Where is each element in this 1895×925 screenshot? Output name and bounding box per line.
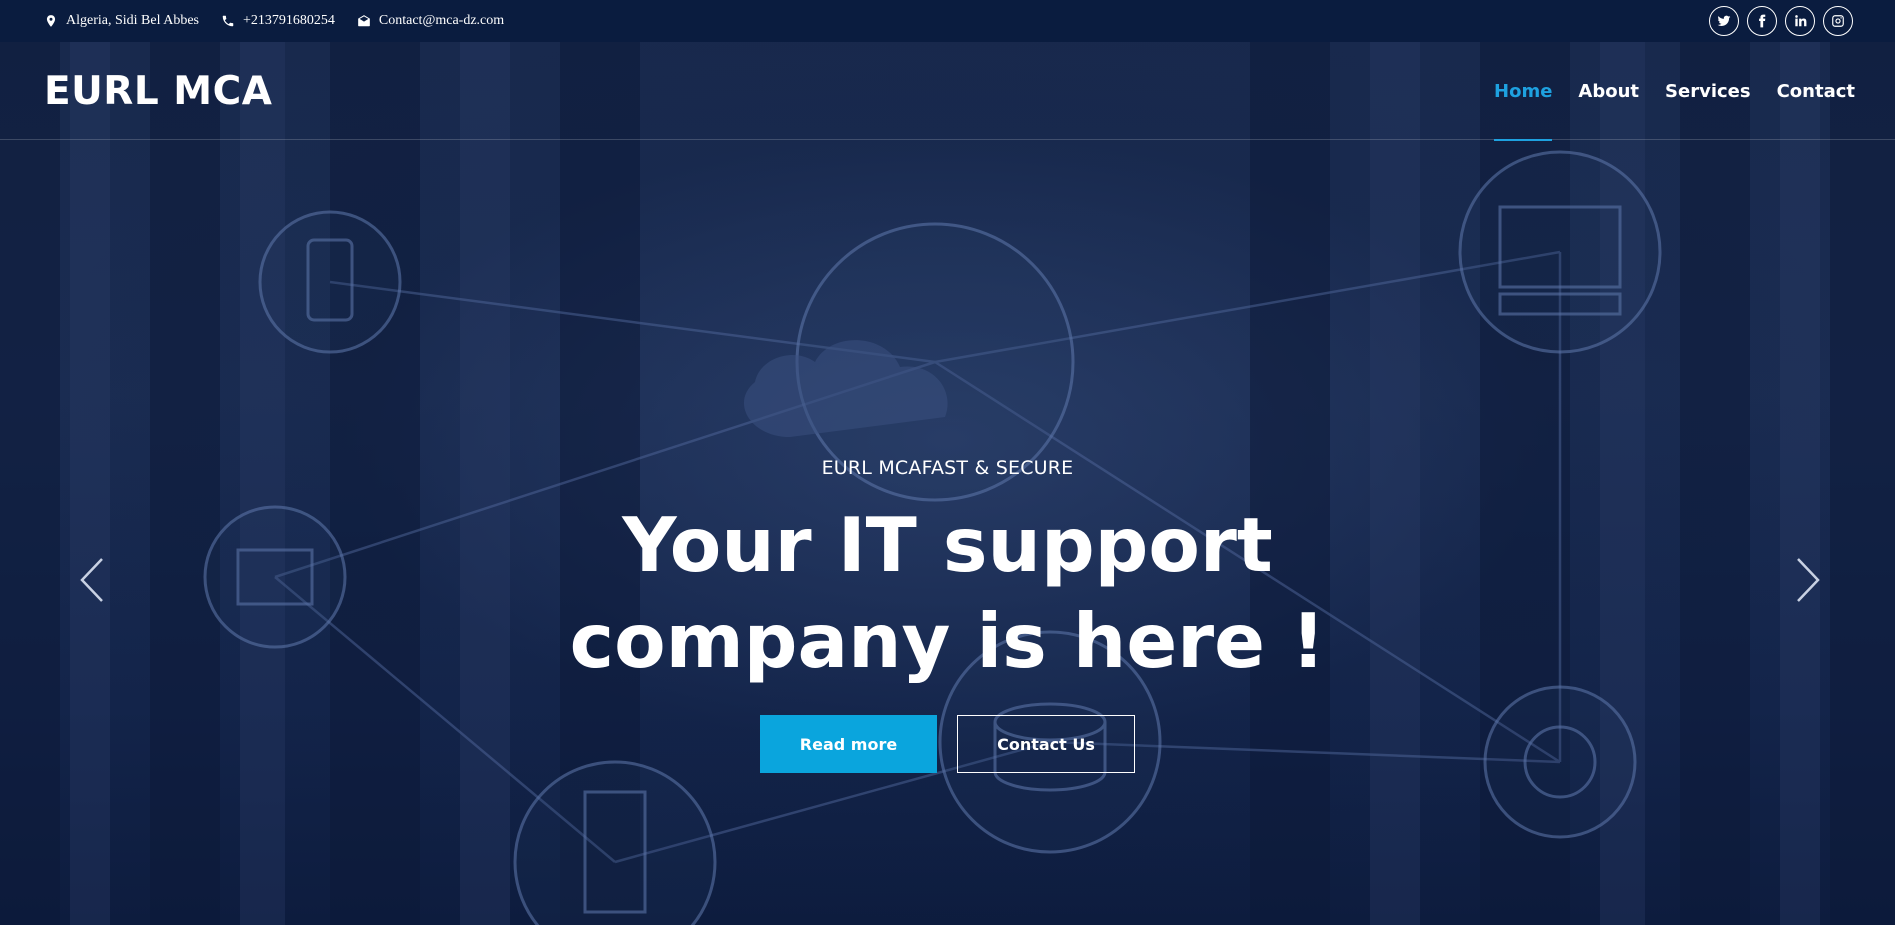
- facebook-link[interactable]: [1747, 6, 1777, 36]
- hero-content: EURL MCAFAST & SECURE Your IT support co…: [0, 457, 1895, 773]
- location-item: Algeria, Sidi Bel Abbes: [44, 13, 199, 29]
- carousel-next-button[interactable]: [1792, 555, 1822, 605]
- linkedin-link[interactable]: [1785, 6, 1815, 36]
- hero-buttons: Read more Contact Us: [0, 715, 1895, 773]
- twitter-link[interactable]: [1709, 6, 1739, 36]
- nav-item-contact[interactable]: Contact: [1777, 42, 1855, 140]
- phone-item[interactable]: +213791680254: [221, 13, 335, 29]
- phone-text[interactable]: +213791680254: [243, 13, 335, 29]
- carousel-prev-button[interactable]: [78, 555, 108, 605]
- hero-eyebrow: EURL MCAFAST & SECURE: [821, 457, 1074, 479]
- top-bar: Algeria, Sidi Bel Abbes +213791680254 Co…: [0, 0, 1895, 42]
- facebook-icon: [1759, 14, 1766, 28]
- linkedin-icon: [1795, 15, 1807, 27]
- hero-headline: Your IT support company is here !: [0, 497, 1895, 689]
- phone-icon: [222, 15, 234, 27]
- envelope-icon: [358, 15, 370, 27]
- main-nav: Home About Services Contact: [1494, 42, 1855, 141]
- contact-info: Algeria, Sidi Bel Abbes +213791680254 Co…: [44, 13, 504, 29]
- chevron-right-icon: [1797, 558, 1820, 602]
- hero-section: EURL MCAFAST & SECURE Your IT support co…: [0, 42, 1895, 925]
- email-text[interactable]: Contact@mca-dz.com: [379, 13, 504, 29]
- nav-item-about[interactable]: About: [1578, 42, 1639, 140]
- site-logo[interactable]: EURL MCA: [44, 69, 272, 114]
- hero-headline-line1: Your IT support: [622, 501, 1273, 589]
- social-links: [1709, 6, 1853, 36]
- read-more-button[interactable]: Read more: [760, 715, 937, 773]
- chevron-left-icon: [80, 558, 103, 602]
- instagram-link[interactable]: [1823, 6, 1853, 36]
- location-text: Algeria, Sidi Bel Abbes: [66, 13, 199, 28]
- twitter-icon: [1717, 15, 1731, 27]
- contact-us-button[interactable]: Contact Us: [957, 715, 1135, 773]
- email-item[interactable]: Contact@mca-dz.com: [357, 13, 504, 29]
- main-navbar: EURL MCA Home About Services Contact: [0, 42, 1895, 141]
- hero-headline-line2: company is here !: [569, 597, 1326, 685]
- nav-item-services[interactable]: Services: [1665, 42, 1751, 140]
- instagram-icon: [1832, 15, 1844, 27]
- nav-item-home[interactable]: Home: [1494, 42, 1553, 141]
- map-pin-icon: [46, 15, 56, 27]
